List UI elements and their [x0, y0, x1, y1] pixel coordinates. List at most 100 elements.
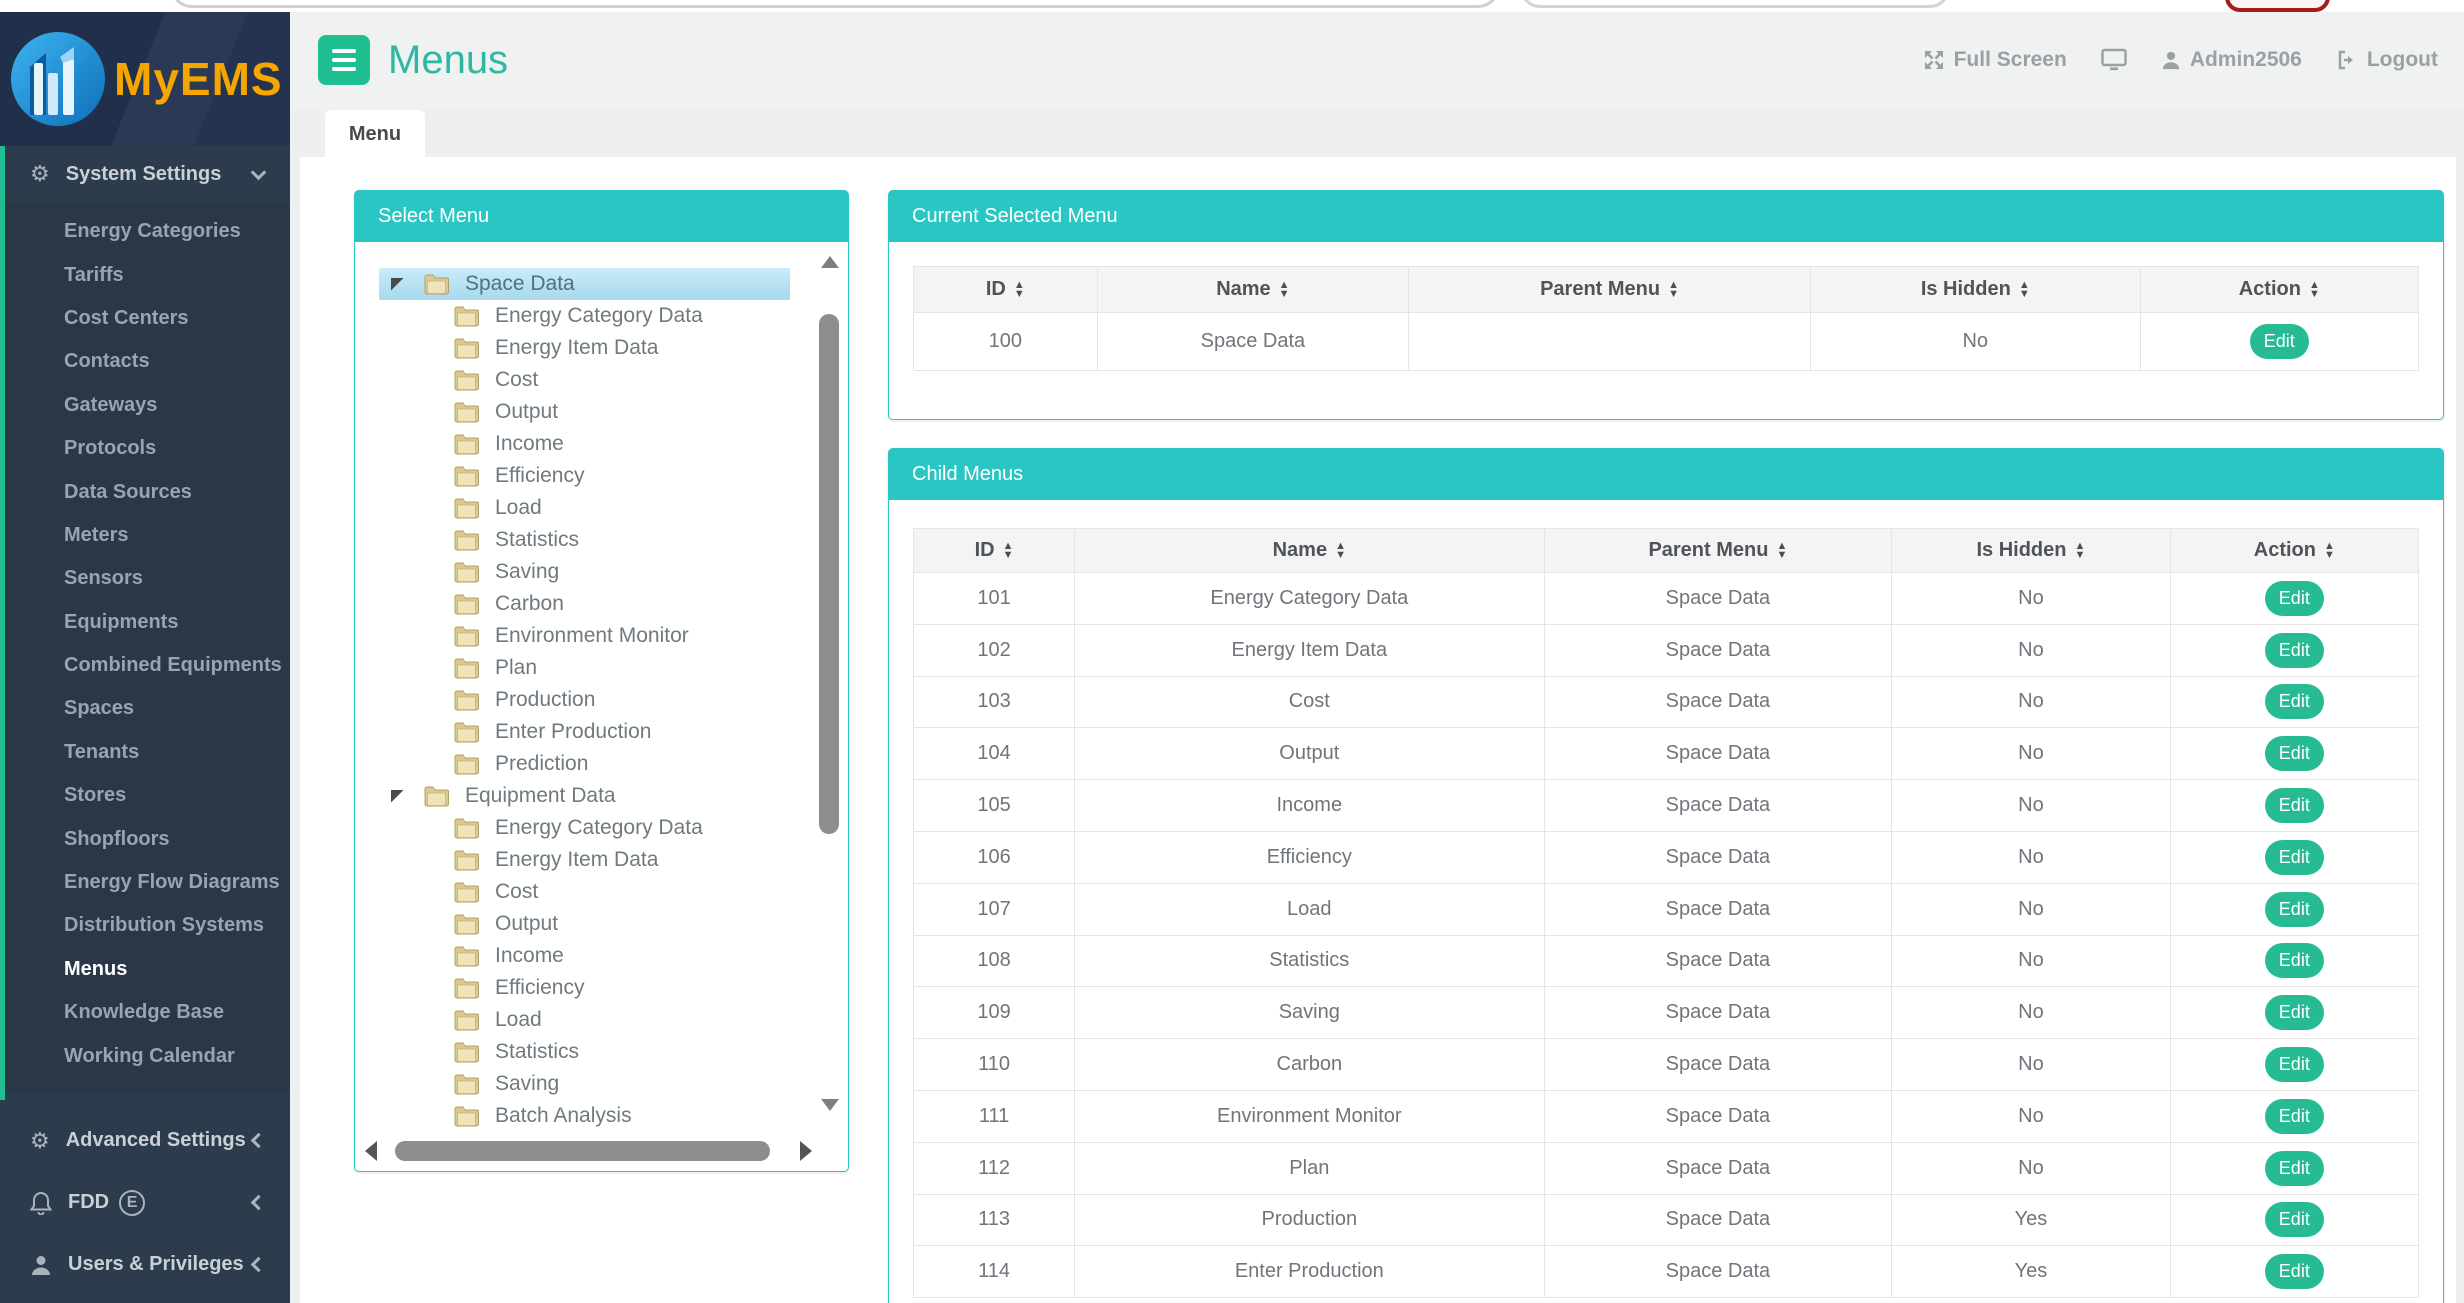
logo[interactable]: MyEMS — [0, 12, 290, 146]
column-header[interactable]: Parent Menu — [1409, 267, 1811, 313]
tree-node[interactable]: Statistics — [355, 1036, 848, 1068]
tree-node[interactable]: Energy Item Data — [355, 844, 848, 876]
scroll-up-arrow-icon[interactable] — [821, 256, 839, 268]
scroll-right-arrow-icon[interactable] — [800, 1141, 812, 1161]
tree-node[interactable]: Efficiency — [355, 460, 848, 492]
user-menu[interactable]: Admin2506 — [2161, 48, 2302, 72]
scroll-down-arrow-icon[interactable] — [821, 1099, 839, 1111]
sidebar-item[interactable]: Equipments — [0, 601, 290, 644]
sidebar-toggle-button[interactable] — [318, 35, 370, 85]
vertical-scrollbar-thumb[interactable] — [819, 314, 839, 834]
tree-node[interactable]: Enter Production — [355, 716, 848, 748]
sort-icon[interactable] — [1776, 542, 1787, 560]
tree-node[interactable]: Efficiency — [355, 972, 848, 1004]
sidebar-item[interactable]: Working Calendar — [0, 1034, 290, 1077]
tree-node[interactable]: Output — [355, 908, 848, 940]
tree-node[interactable]: Load — [355, 1004, 848, 1036]
scroll-left-arrow-icon[interactable] — [365, 1141, 377, 1161]
tree-node[interactable]: Saving — [355, 556, 848, 588]
sidebar-item[interactable]: Distribution Systems — [0, 904, 290, 947]
sidebar-section-advanced-settings[interactable]: ⚙ Advanced Settings — [0, 1110, 290, 1172]
sort-icon[interactable] — [2074, 542, 2085, 560]
tree-node[interactable]: Environment Monitor — [355, 620, 848, 652]
tree-node[interactable]: Cost — [355, 876, 848, 908]
fullscreen-button[interactable]: Full Screen — [1923, 48, 2067, 72]
horizontal-scrollbar-thumb[interactable] — [395, 1141, 770, 1161]
tree-node[interactable]: Energy Category Data — [355, 812, 848, 844]
column-header[interactable]: Action — [2170, 529, 2418, 573]
sidebar-item[interactable]: Stores — [0, 774, 290, 817]
sidebar-item[interactable]: Contacts — [0, 340, 290, 383]
sort-icon[interactable] — [1335, 542, 1346, 560]
column-header[interactable]: ID — [914, 267, 1098, 313]
sort-icon[interactable] — [2019, 281, 2030, 299]
monitor-button[interactable] — [2101, 48, 2127, 72]
sort-icon[interactable] — [1668, 281, 1679, 299]
sidebar-item[interactable]: Cost Centers — [0, 297, 290, 340]
edit-button[interactable]: Edit — [2265, 581, 2324, 616]
tree-node[interactable]: Income — [355, 940, 848, 972]
column-header[interactable]: ID — [914, 529, 1075, 573]
sidebar-item[interactable]: Menus — [0, 948, 290, 991]
tree-vertical-scrollbar[interactable] — [818, 252, 842, 1115]
sort-icon[interactable] — [1003, 542, 1014, 560]
column-header[interactable]: Name — [1097, 267, 1409, 313]
tree-node[interactable]: Energy Item Data — [355, 332, 848, 364]
sidebar-item[interactable]: Tariffs — [0, 253, 290, 296]
edit-button[interactable]: Edit — [2265, 633, 2324, 668]
sidebar-item[interactable]: Tenants — [0, 731, 290, 774]
tree-node[interactable]: Prediction — [355, 748, 848, 780]
sidebar-section-users-privileges[interactable]: Users & Privileges — [0, 1234, 290, 1296]
sidebar-section-system-settings[interactable]: ⚙ System Settings — [0, 146, 290, 202]
sidebar-item[interactable]: Energy Flow Diagrams — [0, 861, 290, 904]
sort-icon[interactable] — [1279, 281, 1290, 299]
sidebar-item[interactable]: Data Sources — [0, 470, 290, 513]
edit-button[interactable]: Edit — [2265, 995, 2324, 1030]
edit-button[interactable]: Edit — [2265, 736, 2324, 771]
tree-node[interactable]: Equipment Data — [355, 780, 848, 812]
expand-triangle-icon[interactable] — [391, 278, 404, 291]
tree-node[interactable]: Batch Analysis — [355, 1100, 848, 1132]
tree-node[interactable]: Income — [355, 428, 848, 460]
sort-icon[interactable] — [2309, 281, 2320, 299]
tree-node[interactable]: Carbon — [355, 588, 848, 620]
tree-node[interactable]: Saving — [355, 1068, 848, 1100]
sidebar-item[interactable]: Spaces — [0, 687, 290, 730]
sidebar-item[interactable]: Combined Equipments — [0, 644, 290, 687]
column-header[interactable]: Parent Menu — [1544, 529, 1892, 573]
sidebar-item[interactable]: Sensors — [0, 557, 290, 600]
edit-button[interactable]: Edit — [2265, 1254, 2324, 1289]
sidebar-section-fdd[interactable]: FDD E — [0, 1172, 290, 1234]
column-header[interactable]: Name — [1075, 529, 1545, 573]
edit-button[interactable]: Edit — [2265, 1202, 2324, 1237]
sidebar-item[interactable]: Meters — [0, 514, 290, 557]
sidebar-item[interactable]: Gateways — [0, 384, 290, 427]
edit-button[interactable]: Edit — [2265, 1151, 2324, 1186]
tree-node[interactable]: Space Data — [379, 268, 790, 300]
tree-node[interactable]: Plan — [355, 652, 848, 684]
edit-button[interactable]: Edit — [2265, 684, 2324, 719]
tree-node[interactable]: Cost — [355, 364, 848, 396]
sort-icon[interactable] — [1014, 281, 1025, 299]
logout-button[interactable]: Logout — [2336, 48, 2438, 72]
edit-button[interactable]: Edit — [2265, 1047, 2324, 1082]
tree-node[interactable]: Output — [355, 396, 848, 428]
sidebar-item[interactable]: Protocols — [0, 427, 290, 470]
sidebar-item[interactable]: Knowledge Base — [0, 991, 290, 1034]
sort-icon[interactable] — [2324, 542, 2335, 560]
column-header[interactable]: Is Hidden — [1892, 529, 2170, 573]
tree-horizontal-scrollbar[interactable] — [359, 1135, 814, 1167]
edit-button[interactable]: Edit — [2265, 943, 2324, 978]
edit-button[interactable]: Edit — [2265, 1099, 2324, 1134]
edit-button[interactable]: Edit — [2265, 892, 2324, 927]
tree-node[interactable]: Statistics — [355, 524, 848, 556]
tab-menu[interactable]: Menu — [325, 110, 425, 158]
column-header[interactable]: Is Hidden — [1810, 267, 2140, 313]
expand-triangle-icon[interactable] — [391, 790, 404, 803]
edit-button[interactable]: Edit — [2250, 324, 2309, 359]
tree-node[interactable]: Energy Category Data — [355, 300, 848, 332]
sidebar-item[interactable]: Energy Categories — [0, 210, 290, 253]
tree-node[interactable]: Production — [355, 684, 848, 716]
tree-node[interactable]: Load — [355, 492, 848, 524]
edit-button[interactable]: Edit — [2265, 788, 2324, 823]
